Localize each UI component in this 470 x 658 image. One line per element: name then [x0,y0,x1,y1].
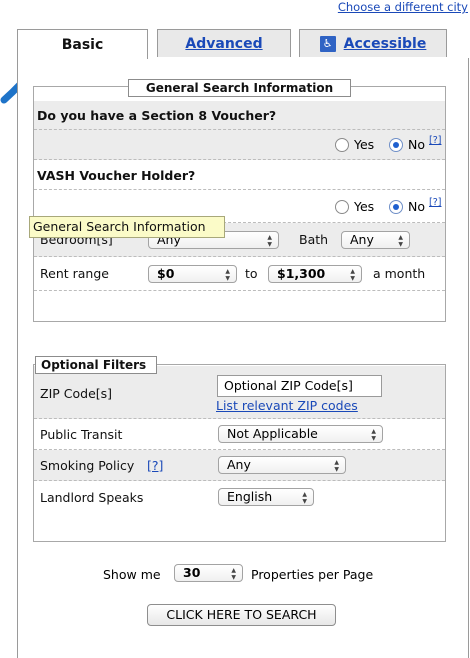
rent-max-select[interactable]: $1,300 ▲ ▼ [268,265,362,283]
vash-no-radio[interactable] [389,200,403,214]
rent-to-label: to [245,266,258,281]
section8-help-link[interactable]: [?] [429,135,441,146]
tab-advanced-label: Advanced [185,35,263,52]
transit-select[interactable]: Not Applicable ▲ ▼ [218,425,383,443]
tab-advanced[interactable]: Advanced [157,29,291,57]
vash-yes-label: Yes [354,199,375,214]
rent-range-row: Rent range $0 ▲ ▼ to $1,300 ▲ ▼ a month [34,257,445,291]
rent-max-value: $1,300 [277,266,326,281]
smoking-label: Smoking Policy [40,458,135,473]
bath-value: Any [350,232,374,247]
section8-yes-label: Yes [354,137,375,152]
per-page-suffix: Properties per Page [251,567,374,582]
bath-select[interactable]: Any ▲ ▼ [341,231,410,249]
search-button[interactable]: CLICK HERE TO SEARCH [147,604,336,626]
section8-question: Do you have a Section 8 Voucher? [37,108,277,123]
tab-accessible-label: Accessible [343,35,427,52]
tab-basic-label: Basic [61,36,104,53]
transit-label: Public Transit [40,427,123,442]
landlord-select[interactable]: English ▲ ▼ [218,488,314,506]
section8-yes-radio[interactable] [335,138,349,152]
general-search-legend: General Search Information [128,79,351,97]
updown-arrows-icon: ▲ ▼ [371,428,376,442]
per-page-value: 30 [183,565,201,580]
updown-arrows-icon: ▲ ▼ [225,268,230,282]
show-me-label: Show me [103,567,161,582]
transit-value: Not Applicable [227,426,318,441]
choose-city-link[interactable]: Choose a different city [338,0,468,14]
landlord-label: Landlord Speaks [40,490,144,505]
smoking-row: Smoking Policy [?] Any ▲ ▼ [34,450,445,481]
updown-arrows-icon: ▲ ▼ [267,234,272,248]
vash-help-link[interactable]: [?] [429,197,441,208]
updown-arrows-icon: ▲ ▼ [398,234,403,248]
updown-arrows-icon: ▲ ▼ [350,268,355,282]
landlord-value: English [227,489,273,504]
vash-question-row: VASH Voucher Holder? [34,160,445,190]
section8-no-label: No [408,137,425,152]
smoking-value: Any [227,457,251,472]
section8-no-radio[interactable] [389,138,403,152]
vash-question: VASH Voucher Holder? [37,168,196,183]
transit-row: Public Transit Not Applicable ▲ ▼ [34,419,445,450]
updown-arrows-icon: ▲ ▼ [334,459,339,473]
per-page-select[interactable]: 30 ▲ ▼ [174,564,243,582]
optional-filters-box: ZIP Code[s] Optional ZIP Code[s] List re… [33,364,446,542]
zip-codes-link[interactable]: List relevant ZIP codes [216,398,358,413]
vash-yes-radio[interactable] [335,200,349,214]
smoking-select[interactable]: Any ▲ ▼ [218,456,346,474]
rent-suffix: a month [373,266,426,281]
zip-label: ZIP Code[s] [40,386,113,401]
wheelchair-icon: ♿ [319,35,336,52]
rent-min-select[interactable]: $0 ▲ ▼ [148,265,237,283]
general-search-box: Do you have a Section 8 Voucher? Yes No … [33,86,446,322]
updown-arrows-icon: ▲ ▼ [231,567,236,581]
rent-min-value: $0 [157,266,175,281]
bath-label: Bath [299,232,329,247]
smoking-help-link[interactable]: [?] [147,458,163,473]
zip-input[interactable]: Optional ZIP Code[s] [217,375,382,397]
tooltip: General Search Information [29,216,225,238]
updown-arrows-icon: ▲ ▼ [302,491,307,505]
optional-filters-legend: Optional Filters [35,356,157,374]
vash-no-label: No [408,199,425,214]
tab-accessible[interactable]: ♿ Accessible [299,29,447,57]
tab-basic[interactable]: Basic [17,29,148,59]
section8-question-row: Do you have a Section 8 Voucher? [34,101,445,130]
landlord-row: Landlord Speaks English ▲ ▼ [34,481,445,514]
rent-range-label: Rent range [40,266,109,281]
section8-radio-row: Yes No [?] [34,130,445,160]
